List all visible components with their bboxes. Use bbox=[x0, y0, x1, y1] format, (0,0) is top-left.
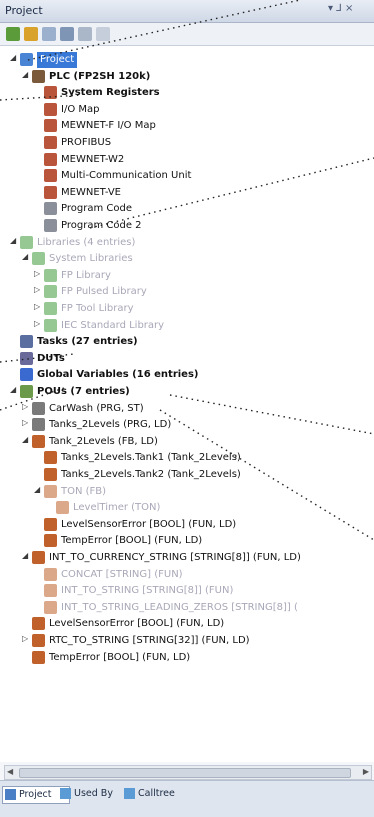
callout-line bbox=[169, 394, 374, 435]
callout-line bbox=[0, 94, 83, 101]
callout-line bbox=[0, 353, 75, 363]
callout-lines bbox=[0, 0, 374, 541]
callout-line bbox=[0, 387, 65, 411]
callout-line bbox=[27, 0, 301, 61]
callout-line bbox=[159, 409, 374, 541]
callout-line bbox=[89, 157, 374, 229]
